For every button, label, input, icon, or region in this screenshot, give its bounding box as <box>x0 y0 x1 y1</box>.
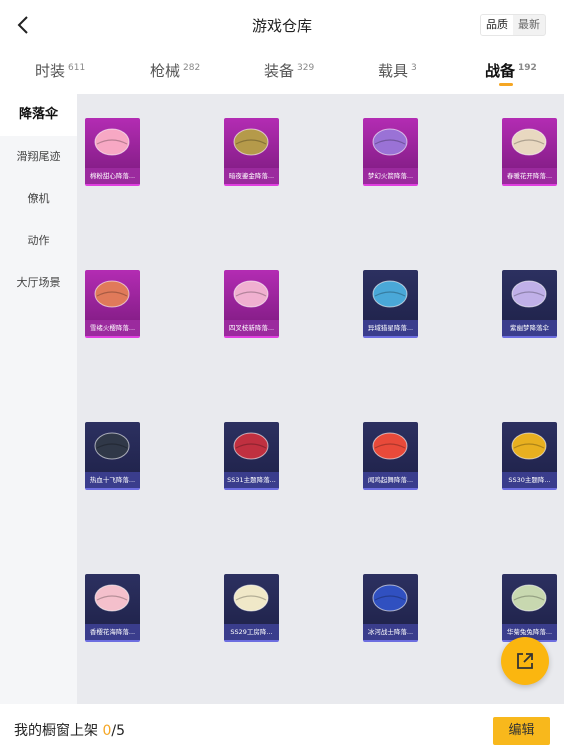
sidebar: 降落伞 滑翔尾迹 僚机 动作 大厅场景 <box>0 94 77 704</box>
tab-label: 时装 <box>35 62 66 80</box>
sort-quality-button[interactable]: 品质 <box>481 15 513 35</box>
item-card[interactable]: 香樱花海降落... <box>85 574 140 642</box>
item-card[interactable]: 异域猎星降落... <box>363 270 418 338</box>
item-card[interactable]: SS31主题降落... <box>224 422 279 490</box>
item-name: 紫幽梦降落伞 <box>502 320 557 336</box>
parachute-icon <box>233 128 269 156</box>
item-name: 闻鸡起舞降落... <box>363 472 418 488</box>
tab-label: 装备 <box>264 62 295 80</box>
header: 游戏仓库 品质 最新 <box>0 0 564 50</box>
parachute-icon <box>233 280 269 308</box>
sort-toggle: 品质 最新 <box>480 14 546 36</box>
showcase-label: 我的橱窗上架 0/5 <box>14 720 125 740</box>
sidebar-item-emote[interactable]: 动作 <box>0 220 77 262</box>
item-name: SS30主题降... <box>502 472 557 488</box>
showcase-total: /5 <box>111 723 125 739</box>
item-card[interactable]: 热血十飞降落... <box>85 422 140 490</box>
parachute-icon <box>511 280 547 308</box>
tab-vehicles[interactable]: 载具 3 <box>378 60 417 81</box>
parachute-icon <box>233 584 269 612</box>
item-name: SS31主题降落... <box>224 472 279 488</box>
item-card[interactable]: 紫幽梦降落伞 <box>502 270 557 338</box>
item-card[interactable]: 华菊兔兔降落... <box>502 574 557 642</box>
item-card[interactable]: 春暖花开降落... <box>502 118 557 186</box>
tab-count: 282 <box>183 63 201 73</box>
item-name: 四叉枝新降落... <box>224 320 279 336</box>
tab-count: 329 <box>297 63 315 73</box>
item-card[interactable]: SS30主题降... <box>502 422 557 490</box>
tab-label: 载具 <box>378 62 409 80</box>
tab-label: 战备 <box>485 62 516 80</box>
tab-weapons[interactable]: 枪械 282 <box>150 60 200 81</box>
item-card[interactable]: 梦幻火箭降落... <box>363 118 418 186</box>
tab-count: 192 <box>518 63 537 73</box>
tab-count: 3 <box>411 63 417 73</box>
parachute-icon <box>511 584 547 612</box>
item-name: 棉粉甜心降落... <box>85 168 140 184</box>
parachute-icon <box>94 280 130 308</box>
tab-count: 611 <box>68 63 86 73</box>
sidebar-item-wingman[interactable]: 僚机 <box>0 178 77 220</box>
item-card[interactable]: 冰河战士降落... <box>363 574 418 642</box>
parachute-icon <box>511 128 547 156</box>
category-tabs: 时装 611 枪械 282 装备 329 载具 3 战备 192 <box>0 50 564 94</box>
item-grid: 棉粉甜心降落... 暗夜鎏金降落... 梦幻火箭降落... 春暖花开降落... 雪绪火樱… <box>77 94 564 704</box>
external-link-icon <box>517 653 533 669</box>
parachute-icon <box>94 432 130 460</box>
parachute-icon <box>94 128 130 156</box>
parachute-icon <box>372 584 408 612</box>
item-name: 冰河战士降落... <box>363 624 418 640</box>
item-name: 异域猎星降落... <box>363 320 418 336</box>
showcase-text: 我的橱窗上架 <box>14 723 103 739</box>
item-name: 雪绪火樱降落... <box>85 320 140 336</box>
parachute-icon <box>372 128 408 156</box>
parachute-icon <box>511 432 547 460</box>
item-name: 香樱花海降落... <box>85 624 140 640</box>
item-name: SS29工房降... <box>224 624 279 640</box>
parachute-icon <box>233 432 269 460</box>
item-name: 暗夜鎏金降落... <box>224 168 279 184</box>
parachute-icon <box>372 280 408 308</box>
item-name: 热血十飞降落... <box>85 472 140 488</box>
tab-outfit[interactable]: 时装 611 <box>35 60 85 81</box>
sidebar-item-parachute[interactable]: 降落伞 <box>0 94 77 136</box>
item-card[interactable]: 棉粉甜心降落... <box>85 118 140 186</box>
share-button[interactable] <box>501 637 549 685</box>
item-card[interactable]: 雪绪火樱降落... <box>85 270 140 338</box>
parachute-icon <box>94 584 130 612</box>
tab-label: 枪械 <box>150 62 181 80</box>
footer-bar: 我的橱窗上架 0/5 编辑 <box>0 704 564 752</box>
item-name: 春暖花开降落... <box>502 168 557 184</box>
tab-equipment[interactable]: 装备 329 <box>264 60 314 81</box>
item-card[interactable]: 暗夜鎏金降落... <box>224 118 279 186</box>
tab-combat-gear[interactable]: 战备 192 <box>485 60 537 86</box>
active-tab-indicator <box>499 83 513 86</box>
edit-button[interactable]: 编辑 <box>493 717 550 745</box>
item-name: 梦幻火箭降落... <box>363 168 418 184</box>
parachute-icon <box>372 432 408 460</box>
item-card[interactable]: 闻鸡起舞降落... <box>363 422 418 490</box>
sidebar-item-lobby-scene[interactable]: 大厅场景 <box>0 262 77 304</box>
item-card[interactable]: 四叉枝新降落... <box>224 270 279 338</box>
sort-latest-button[interactable]: 最新 <box>513 15 545 35</box>
sidebar-item-glide-trail[interactable]: 滑翔尾迹 <box>0 136 77 178</box>
item-card[interactable]: SS29工房降... <box>224 574 279 642</box>
